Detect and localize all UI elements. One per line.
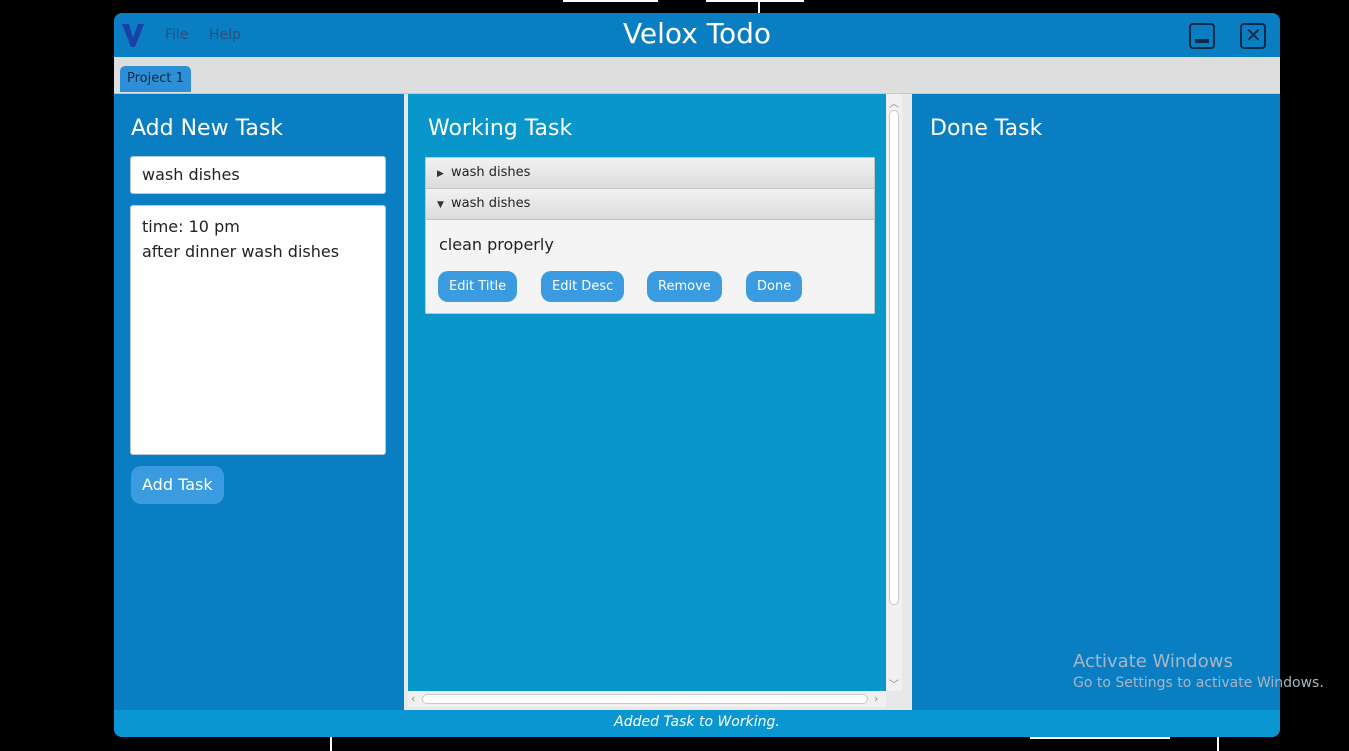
task-item-description: clean properly <box>439 235 554 254</box>
scroll-down-icon[interactable]: ﹀ <box>889 676 899 691</box>
scroll-up-icon[interactable]: ︿ <box>889 95 899 110</box>
app-window: File Help Velox Todo ✕ Project 1 Add New… <box>114 13 1280 737</box>
done-task-panel: Done Task <box>912 94 1280 710</box>
triangle-down-icon: ▼ <box>437 200 444 210</box>
horizontal-scrollbar[interactable]: ‹ › <box>408 691 886 707</box>
watermark-title: Activate Windows <box>1073 651 1233 672</box>
task-item-header[interactable]: ▶ wash dishes <box>426 158 874 189</box>
vertical-scroll-thumb[interactable] <box>889 110 899 605</box>
add-task-panel: Add New Task wash dishes time: 10 pm aft… <box>114 94 404 710</box>
wallpaper-line <box>758 0 760 13</box>
task-item-title: wash dishes <box>451 196 531 211</box>
minimize-icon[interactable] <box>1189 23 1215 49</box>
watermark-subtitle: Go to Settings to activate Windows. <box>1073 675 1324 691</box>
task-description-textarea[interactable]: time: 10 pm after dinner wash dishes <box>130 205 386 455</box>
remove-button[interactable]: Remove <box>647 271 722 302</box>
add-task-button[interactable]: Add Task <box>131 466 224 504</box>
edit-title-button[interactable]: Edit Title <box>438 271 518 302</box>
triangle-right-icon: ▶ <box>437 169 444 179</box>
wallpaper-line <box>1217 737 1219 751</box>
app-title: Velox Todo <box>622 17 772 50</box>
description-line: after dinner wash dishes <box>142 242 340 261</box>
scroll-left-icon[interactable]: ‹ <box>411 692 415 705</box>
working-task-panel: Working Task ▶ wash dishes ▼ wash dishes c… <box>404 94 912 710</box>
done-button[interactable]: Done <box>746 271 803 302</box>
wallpaper-line <box>1030 737 1170 739</box>
working-task-scroll-area: Working Task ▶ wash dishes ▼ wash dishes c… <box>408 94 886 691</box>
task-item-title: wash dishes <box>451 165 531 180</box>
wallpaper-line <box>706 0 804 2</box>
description-line: time: 10 pm <box>142 217 240 236</box>
tab-bar: Project 1 <box>114 57 1280 94</box>
add-task-heading: Add New Task <box>131 116 284 141</box>
task-item-header[interactable]: ▼ wash dishes <box>426 189 874 220</box>
horizontal-scroll-thumb[interactable] <box>422 694 868 704</box>
activate-windows-watermark: Activate Windows Go to Settings to activ… <box>1073 651 1324 691</box>
title-bar[interactable]: File Help Velox Todo ✕ <box>114 13 1280 57</box>
close-icon[interactable]: ✕ <box>1240 23 1266 49</box>
wallpaper-line <box>330 737 332 751</box>
edit-desc-button[interactable]: Edit Desc <box>541 271 625 302</box>
wallpaper-line <box>563 0 658 2</box>
working-task-accordion: ▶ wash dishes ▼ wash dishes clean properly… <box>425 157 875 314</box>
working-task-heading: Working Task <box>428 116 573 141</box>
tab-project-1[interactable]: Project 1 <box>120 66 191 92</box>
scroll-right-icon[interactable]: › <box>874 692 878 705</box>
task-title-input[interactable]: wash dishes <box>130 156 386 194</box>
vertical-scrollbar[interactable]: ︿ ﹀ <box>886 94 902 691</box>
status-bar: Added Task to Working. <box>114 710 1280 737</box>
done-task-heading: Done Task <box>930 116 1043 141</box>
